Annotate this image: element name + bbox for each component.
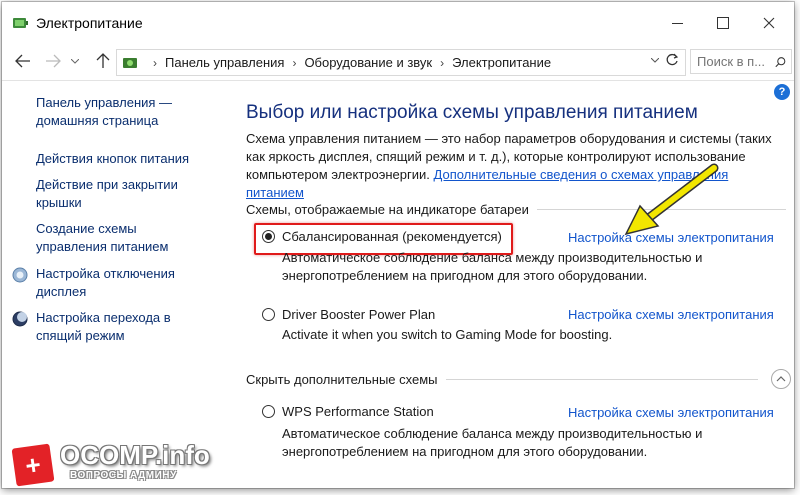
radio-button[interactable] [262, 405, 275, 418]
search-field[interactable] [690, 49, 792, 74]
section-hidden-plans: Скрыть дополнительные схемы [246, 372, 786, 387]
sidebar-item-label: Настройка перехода в спящий режим [36, 310, 171, 343]
back-button[interactable] [12, 50, 34, 72]
plan-name: Сбалансированная (рекомендуется) [282, 229, 502, 244]
plan-settings-link-driver-booster[interactable]: Настройка схемы электропитания [568, 307, 774, 322]
plan-radio-driver-booster[interactable]: Driver Booster Power Plan [262, 307, 435, 322]
watermark-subtitle: ВОПРОСЫ АДМИНУ [70, 470, 177, 481]
site-watermark-logo: + OCOMP.info ВОПРОСЫ АДМИНУ [10, 438, 230, 488]
chevron-down-icon [650, 57, 660, 63]
close-button[interactable] [746, 2, 792, 44]
sidebar-item-lid-close[interactable]: Действие при закрытии крышки [36, 176, 206, 212]
breadcrumb-separator-icon: › [153, 55, 157, 70]
refresh-button[interactable] [665, 53, 679, 70]
path-dropdown-button[interactable] [650, 55, 660, 66]
watermark-title: OCOMP.info [60, 440, 210, 470]
plan-description: Автоматическое соблюдение баланса между … [282, 426, 703, 459]
radio-button[interactable] [262, 308, 275, 321]
search-input[interactable] [697, 54, 775, 69]
sidebar-item-control-panel-home[interactable]: Панель управления — домашняя страница [36, 94, 206, 130]
control-panel-icon [123, 57, 137, 68]
breadcrumb-power-options[interactable]: Электропитание [452, 55, 551, 70]
plan-description: Автоматическое соблюдение баланса между … [282, 250, 703, 283]
section-divider [445, 379, 758, 380]
sidebar-item-create-plan[interactable]: Создание схемы управления питанием [36, 220, 206, 256]
sidebar-item-label: Настройка отключения дисплея [36, 266, 175, 299]
plan-description: Activate it when you switch to Gaming Mo… [282, 327, 613, 342]
plan-radio-wps[interactable]: WPS Performance Station [262, 404, 434, 419]
minimize-icon [671, 22, 683, 24]
address-bar: › Панель управления › Оборудование и зву… [2, 44, 794, 81]
plan-name: Driver Booster Power Plan [282, 307, 436, 322]
arrow-up-icon [96, 53, 110, 68]
sidebar-item-display-off[interactable]: Настройка отключения дисплея [12, 265, 206, 301]
close-icon [763, 17, 775, 29]
maximize-button[interactable] [700, 2, 746, 44]
chevron-down-icon [71, 58, 79, 64]
plan-settings-link-wps[interactable]: Настройка схемы электропитания [568, 405, 774, 420]
breadcrumb-hardware-sound[interactable]: Оборудование и звук [304, 55, 432, 70]
breadcrumb-control-panel[interactable]: Панель управления [165, 55, 284, 70]
sleep-moon-icon [12, 311, 28, 327]
chevron-up-icon [776, 376, 786, 382]
sidebar-item-power-buttons[interactable]: Действия кнопок питания [36, 150, 206, 168]
path-field[interactable]: › Панель управления › Оборудование и зву… [116, 49, 686, 76]
radio-button-checked[interactable] [262, 230, 275, 243]
arrow-right-icon [46, 54, 61, 68]
maximize-icon [717, 17, 729, 29]
sidebar: Панель управления — домашняя страница Де… [2, 80, 217, 488]
up-button[interactable] [92, 50, 114, 72]
section-battery-label: Схемы, отображаемые на индикаторе батаре… [246, 202, 529, 217]
window-title: Электропитание [36, 15, 143, 31]
power-options-window: Электропитание › Панель управления › Обо… [2, 2, 794, 488]
minimize-button[interactable] [654, 2, 700, 44]
refresh-icon [666, 53, 679, 66]
section-hidden-label[interactable]: Скрыть дополнительные схемы [246, 372, 438, 387]
power-options-icon [13, 18, 28, 28]
title-bar: Электропитание [2, 2, 794, 44]
page-title: Выбор или настройка схемы управления пит… [246, 102, 698, 123]
help-button[interactable]: ? [774, 84, 790, 100]
plan-radio-balanced[interactable]: Сбалансированная (рекомендуется) [262, 229, 502, 244]
watermark-badge: + [11, 443, 55, 487]
breadcrumb-separator-icon: › [440, 55, 445, 70]
arrow-left-icon [15, 54, 30, 68]
breadcrumb-separator-icon: › [292, 55, 297, 70]
plan-name: WPS Performance Station [282, 404, 434, 419]
search-icon[interactable] [775, 55, 786, 69]
display-icon [12, 267, 28, 283]
collapse-button[interactable] [771, 369, 791, 389]
forward-button[interactable] [42, 50, 64, 72]
arrow-annotation-icon [624, 163, 719, 236]
sidebar-item-sleep[interactable]: Настройка перехода в спящий режим [12, 309, 206, 345]
recent-locations-button[interactable] [68, 50, 82, 72]
